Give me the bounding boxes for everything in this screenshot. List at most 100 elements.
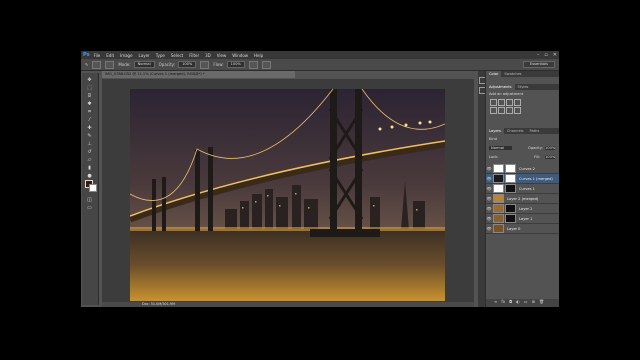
menu-select[interactable]: Select [171, 53, 183, 58]
tab-paths[interactable]: Paths [527, 128, 543, 134]
fill-field[interactable]: 100% [545, 155, 556, 159]
add-mask-icon[interactable]: ◘ [509, 299, 512, 307]
tab-channels[interactable]: Channels [504, 128, 527, 134]
tab-adjustments[interactable]: Adjustments [486, 84, 515, 90]
close-button[interactable]: ✕ [553, 52, 557, 58]
new-layer-icon[interactable]: ⊞ [532, 299, 535, 307]
menu-file[interactable]: File [94, 53, 101, 58]
minimize-button[interactable]: – [537, 52, 540, 58]
layer-thumbnail[interactable] [493, 224, 504, 233]
quick-select-tool-icon[interactable]: ✱ [85, 101, 94, 107]
layer-row[interactable]: 👁 Curves 1 [486, 184, 559, 194]
menu-help[interactable]: Help [254, 53, 263, 58]
eraser-tool-icon[interactable]: ▱ [85, 157, 94, 163]
menu-image[interactable]: Image [120, 53, 133, 58]
canvas-image[interactable] [130, 89, 445, 301]
visibility-eye-icon[interactable]: 👁 [486, 166, 492, 171]
menu-layer[interactable]: Layer [139, 53, 150, 58]
layer-opacity-field[interactable]: 100% [545, 146, 556, 150]
clone-stamp-tool-icon[interactable]: ⊥ [85, 141, 94, 147]
visibility-eye-icon[interactable]: 👁 [486, 226, 492, 231]
layer-name[interactable]: Layer 1 [519, 217, 532, 221]
pressure-opacity-icon[interactable] [200, 60, 210, 69]
link-layers-icon[interactable]: ∞ [494, 299, 497, 307]
layer-name[interactable]: Layer 2 [519, 207, 532, 211]
quick-mask-icon[interactable]: ◫ [85, 197, 94, 203]
opacity-field[interactable]: 100% [178, 61, 197, 68]
menu-type[interactable]: Type [156, 53, 165, 58]
lasso-tool-icon[interactable]: ᘐ [85, 93, 94, 99]
gradient-tool-icon[interactable]: ▮ [85, 165, 94, 171]
black-white-adjust-icon[interactable] [514, 107, 521, 114]
visibility-eye-icon[interactable]: 👁 [486, 216, 492, 221]
layer-thumbnail[interactable] [493, 204, 504, 213]
curves-adjust-icon[interactable] [506, 99, 513, 106]
layer-mask-thumbnail[interactable] [505, 204, 516, 213]
mode-select[interactable]: Normal [133, 61, 155, 68]
layer-name[interactable]: Layer 0 [507, 227, 520, 231]
maximize-button[interactable]: ▫ [544, 52, 547, 58]
layer-mask-thumbnail[interactable] [505, 174, 516, 183]
brush-tool-icon[interactable]: ✎ [85, 62, 88, 67]
layer-mask-thumbnail[interactable] [505, 214, 516, 223]
vibrance-adjust-icon[interactable] [490, 107, 497, 114]
new-adjustment-icon[interactable]: ◐ [516, 299, 520, 307]
visibility-eye-icon[interactable]: 👁 [486, 206, 492, 211]
history-brush-tool-icon[interactable]: ↺ [85, 149, 94, 155]
healing-tool-icon[interactable]: ✚ [85, 125, 94, 131]
layer-thumbnail[interactable] [493, 174, 504, 183]
layer-thumbnail[interactable] [493, 164, 504, 173]
visibility-eye-icon[interactable]: 👁 [486, 186, 492, 191]
dodge-tool-icon[interactable]: ● [85, 173, 94, 179]
layer-row[interactable]: 👁 Curves 1 (merged) [486, 174, 559, 184]
brush-tool-icon[interactable]: ✎ [85, 133, 94, 139]
delete-layer-icon[interactable]: 🗑 [539, 299, 544, 307]
brush-panel-toggle-icon[interactable] [105, 60, 115, 69]
layer-mask-thumbnail[interactable] [505, 184, 516, 193]
background-color-swatch[interactable] [89, 184, 97, 192]
menu-filter[interactable]: Filter [189, 53, 199, 58]
levels-adjust-icon[interactable] [498, 99, 505, 106]
layer-name[interactable]: Curves 2 [519, 167, 535, 171]
pressure-size-icon[interactable] [261, 60, 271, 69]
flow-field[interactable]: 100% [226, 61, 245, 68]
layer-row[interactable]: 👁 Layer 2 [486, 204, 559, 214]
layer-name[interactable]: Curves 1 [519, 187, 535, 191]
menu-edit[interactable]: Edit [106, 53, 114, 58]
layer-thumbnail[interactable] [493, 184, 504, 193]
exposure-adjust-icon[interactable] [514, 99, 521, 106]
layer-thumbnail[interactable] [493, 194, 504, 203]
layer-row[interactable]: 👁 Layer 0 [486, 224, 559, 234]
visibility-eye-icon[interactable]: 👁 [486, 196, 492, 201]
layer-row[interactable]: 👁 Layer 1 [486, 214, 559, 224]
marquee-tool-icon[interactable]: ⬚ [85, 85, 94, 91]
brightness-adjust-icon[interactable] [490, 99, 497, 106]
crop-tool-icon[interactable]: ⌗ [85, 109, 94, 115]
hue-saturation-adjust-icon[interactable] [498, 107, 505, 114]
menu-3d[interactable]: 3D [205, 53, 211, 58]
layer-name[interactable]: Layer 2 (merged) [507, 197, 538, 201]
workspace-switcher[interactable]: Essentials [523, 61, 555, 68]
menu-view[interactable]: View [217, 53, 227, 58]
new-group-icon[interactable]: ▭ [524, 299, 528, 307]
color-balance-adjust-icon[interactable] [506, 107, 513, 114]
layer-row[interactable]: 👁 Curves 2 [486, 164, 559, 174]
tab-styles[interactable]: Styles [515, 84, 532, 90]
layer-thumbnail[interactable] [493, 214, 504, 223]
move-tool-icon[interactable]: ✥ [85, 77, 94, 83]
layer-style-icon[interactable]: fx [501, 299, 505, 307]
tab-swatches[interactable]: Swatches [501, 71, 524, 77]
layer-mask-thumbnail[interactable] [505, 164, 516, 173]
airbrush-icon[interactable] [248, 60, 258, 69]
visibility-eye-icon[interactable]: 👁 [486, 176, 492, 181]
screen-mode-icon[interactable]: ▭ [85, 205, 94, 211]
tab-color[interactable]: Color [486, 71, 502, 77]
tab-layers[interactable]: Layers [486, 128, 504, 134]
layer-filter-kind[interactable]: Kind [489, 137, 497, 141]
layer-row[interactable]: 👁 Layer 2 (merged) [486, 194, 559, 204]
eyedropper-tool-icon[interactable]: ⁄ [85, 117, 94, 123]
brush-preset-picker[interactable] [92, 60, 102, 69]
blend-mode-select[interactable]: Normal [489, 146, 513, 150]
layer-name[interactable]: Curves 1 (merged) [519, 177, 553, 181]
menu-window[interactable]: Window [232, 53, 248, 58]
